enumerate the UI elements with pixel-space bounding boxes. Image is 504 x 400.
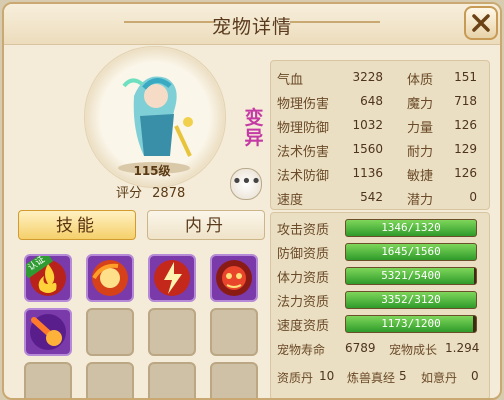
score-label: 评分 — [116, 186, 143, 201]
stat-label: 力量 — [407, 121, 434, 136]
stat-value: 1136 — [352, 166, 383, 180]
growth-label: 宠物成长 — [389, 343, 438, 357]
stat-value: 129 — [454, 142, 477, 156]
skill-grid: 认证 — [18, 248, 266, 398]
fire-orb-skill-icon — [92, 260, 128, 296]
window-title: 宠物详情 — [211, 16, 292, 38]
stat-value: 126 — [454, 166, 477, 180]
empty-skill-slot[interactable] — [148, 362, 196, 398]
demon-face-skill-icon — [216, 260, 252, 296]
aptitude-bar: 5321/5400 — [345, 267, 477, 285]
lifespan-label: 宠物寿命 — [277, 343, 326, 357]
stat-value: 0 — [469, 190, 477, 204]
stat-label: 耐力 — [407, 145, 434, 160]
empty-skill-slot[interactable] — [86, 308, 134, 356]
empty-skill-slot[interactable] — [210, 362, 258, 398]
skill-slot-fire-orb[interactable] — [86, 254, 134, 302]
stat-label: 法术防御 — [277, 169, 330, 184]
close-icon — [472, 14, 490, 32]
stat-label: 潜力 — [407, 193, 434, 208]
skill-slot-demon-face[interactable] — [210, 254, 258, 302]
aptitude-label: 速度资质 — [277, 319, 330, 334]
stats-panel: 气血 3228 物理伤害 648 物理防御 1032 法术伤害 1560 法术防… — [270, 60, 490, 210]
title-bar: 宠物详情 — [4, 4, 500, 45]
aptitude-value: 3352/3120 — [381, 293, 441, 306]
aptitude-value: 1346/1320 — [381, 221, 441, 234]
title-ornament-right — [290, 21, 380, 23]
aptitude-value: 5321/5400 — [381, 269, 441, 282]
stat-value: 3228 — [352, 70, 383, 84]
stat-value: 1560 — [352, 142, 383, 156]
empty-skill-slot[interactable] — [86, 362, 134, 398]
stat-value: 151 — [454, 70, 477, 84]
aptitude-panel: 攻击资质 1346/1320 防御资质 1645/1560 体力资质 5321/… — [270, 212, 490, 398]
skill-slot-meteor[interactable] — [24, 308, 72, 356]
empty-skill-slot[interactable] — [210, 308, 258, 356]
score-value: 2878 — [152, 186, 186, 201]
meteor-skill-icon — [30, 314, 66, 350]
aptitude-bar: 1173/1200 — [345, 315, 477, 333]
aptitude-bar: 1645/1560 — [345, 243, 477, 261]
stat-label: 体质 — [407, 73, 434, 88]
stat-value: 542 — [360, 190, 383, 204]
stat-label: 速度 — [277, 193, 304, 208]
ruyi-pill-label: 如意丹 — [421, 371, 458, 385]
morph-badge: 变异 — [244, 107, 264, 149]
tab-skills[interactable]: 技能 — [18, 210, 136, 240]
aptitude-label: 攻击资质 — [277, 223, 330, 238]
stat-label: 物理伤害 — [277, 97, 330, 112]
score-row: 评分 2878 — [116, 182, 191, 201]
lifespan-value: 6789 — [345, 341, 376, 355]
tab-inner-core[interactable]: 内丹 — [147, 210, 265, 240]
empty-skill-slot[interactable] — [148, 308, 196, 356]
beast-sutra-label: 炼兽真经 — [347, 371, 396, 385]
close-button[interactable] — [464, 6, 498, 40]
aptitude-bar: 3352/3120 — [345, 291, 477, 309]
stat-label: 敏捷 — [407, 169, 434, 184]
aptitude-pill-label: 资质丹 — [277, 371, 314, 385]
ruyi-pill-value: 0 — [471, 369, 479, 383]
skill-slot-fire[interactable]: 认证 — [24, 254, 72, 302]
aptitude-pill-value: 10 — [319, 369, 335, 383]
aptitude-value: 1645/1560 — [381, 245, 441, 258]
aptitude-value: 1173/1200 — [381, 317, 441, 330]
aptitude-label: 法力资质 — [277, 295, 330, 310]
pet-details-window: 宠物详情 变异 115级 评分 2878 ••• 技能 内丹 认证 气血 322… — [2, 2, 502, 400]
pet-level: 115级 — [133, 164, 171, 178]
pet-figure-icon — [118, 76, 193, 174]
skill-slot-lightning[interactable] — [148, 254, 196, 302]
stat-label: 物理防御 — [277, 121, 330, 136]
more-options-button[interactable]: ••• — [230, 168, 262, 200]
beast-sutra-value: 5 — [399, 369, 407, 383]
stat-label: 法术伤害 — [277, 145, 330, 160]
stat-label: 气血 — [277, 73, 304, 88]
stat-value: 718 — [454, 94, 477, 108]
lightning-skill-icon — [154, 260, 190, 296]
stat-label: 魔力 — [407, 97, 434, 112]
aptitude-label: 体力资质 — [277, 271, 330, 286]
aptitude-label: 防御资质 — [277, 247, 330, 262]
aptitude-bar: 1346/1320 — [345, 219, 477, 237]
growth-value: 1.294 — [445, 341, 480, 355]
stat-value: 1032 — [352, 118, 383, 132]
empty-skill-slot[interactable] — [24, 362, 72, 398]
stat-value: 648 — [360, 94, 383, 108]
stat-value: 126 — [454, 118, 477, 132]
